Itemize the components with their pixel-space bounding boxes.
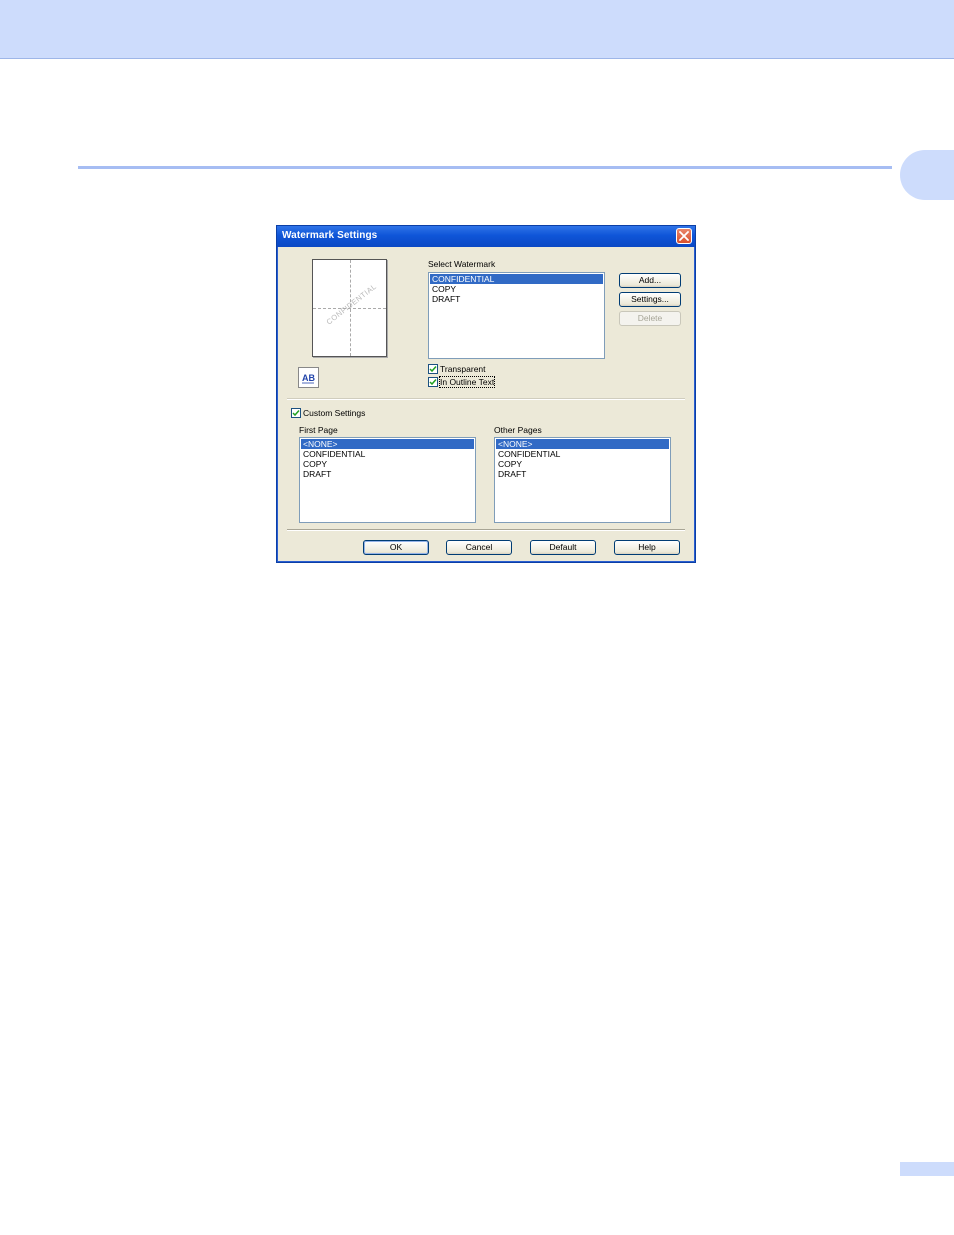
svg-text:AB: AB <box>302 373 315 383</box>
dialog-title: Watermark Settings <box>282 230 378 241</box>
outline-text-checkbox[interactable] <box>428 377 438 387</box>
list-item[interactable]: CONFIDENTIAL <box>301 449 474 459</box>
delete-button[interactable]: Delete <box>619 311 681 326</box>
first-page-label: First Page <box>299 425 338 435</box>
outline-text-label: In Outline Text <box>438 376 496 388</box>
transparent-label: Transparent <box>440 364 486 374</box>
list-item[interactable]: DRAFT <box>496 469 669 479</box>
watermark-listbox[interactable]: CONFIDENTIAL COPY DRAFT <box>428 272 605 359</box>
list-item[interactable]: <NONE> <box>496 439 669 449</box>
watermark-preview: CONFIDENTIAL <box>312 259 387 357</box>
close-button[interactable] <box>676 228 692 244</box>
watermark-settings-dialog: Watermark Settings CONFIDENTIAL AB Selec… <box>276 225 696 563</box>
list-item[interactable]: DRAFT <box>301 469 474 479</box>
custom-settings-checkbox[interactable] <box>291 408 301 418</box>
preview-watermark-text: CONFIDENTIAL <box>324 281 379 327</box>
divider <box>287 398 685 400</box>
settings-button[interactable]: Settings... <box>619 292 681 307</box>
section-rule <box>78 166 892 169</box>
list-item[interactable]: CONFIDENTIAL <box>496 449 669 459</box>
select-watermark-label: Select Watermark <box>428 259 496 269</box>
default-button[interactable]: Default <box>530 540 596 555</box>
list-item[interactable]: DRAFT <box>430 294 603 304</box>
list-item[interactable]: COPY <box>496 459 669 469</box>
list-item[interactable]: CONFIDENTIAL <box>430 274 603 284</box>
check-icon <box>429 366 437 373</box>
list-item[interactable]: COPY <box>301 459 474 469</box>
add-button[interactable]: Add... <box>619 273 681 288</box>
cancel-button[interactable]: Cancel <box>446 540 512 555</box>
custom-settings-label: Custom Settings <box>303 408 366 418</box>
list-item[interactable]: COPY <box>430 284 603 294</box>
font-ab-icon: AB <box>302 373 315 384</box>
check-icon <box>292 410 300 417</box>
list-item[interactable]: <NONE> <box>301 439 474 449</box>
document-header-band <box>0 0 954 59</box>
dialog-titlebar[interactable]: Watermark Settings <box>277 226 695 247</box>
ok-button[interactable]: OK <box>363 540 429 555</box>
other-pages-listbox[interactable]: <NONE> CONFIDENTIAL COPY DRAFT <box>494 437 671 523</box>
font-style-button[interactable]: AB <box>298 367 319 388</box>
chapter-tab <box>900 150 954 200</box>
check-icon <box>429 379 437 386</box>
transparent-checkbox[interactable] <box>428 364 438 374</box>
divider <box>287 529 685 531</box>
help-button[interactable]: Help <box>614 540 680 555</box>
other-pages-label: Other Pages <box>494 425 542 435</box>
first-page-listbox[interactable]: <NONE> CONFIDENTIAL COPY DRAFT <box>299 437 476 523</box>
page-number-tab <box>900 1162 954 1176</box>
close-icon <box>679 231 689 241</box>
